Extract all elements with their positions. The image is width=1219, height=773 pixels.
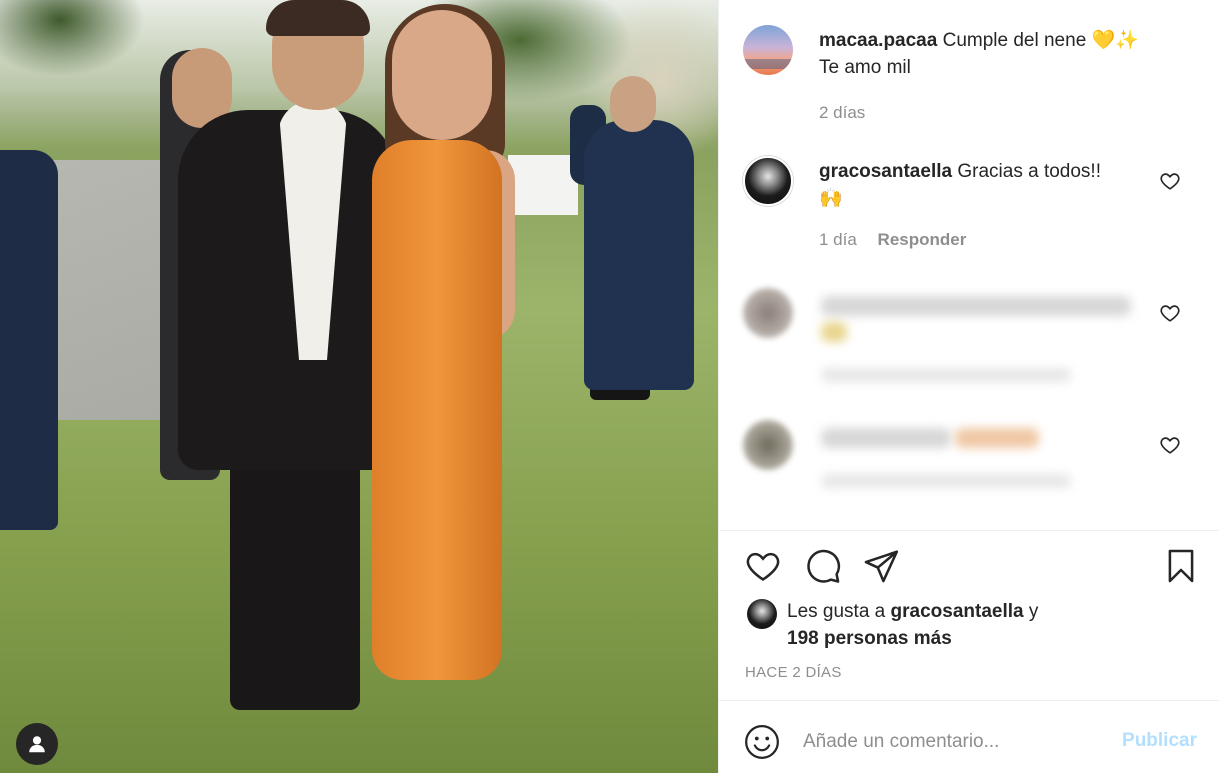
blurred-comment-text [821, 296, 1131, 316]
blurred-comment-text [821, 428, 951, 448]
photo-woman-head [392, 10, 492, 140]
share-button[interactable] [861, 546, 901, 586]
post-photo[interactable] [0, 0, 718, 773]
likes-conjunction: y [1028, 601, 1039, 622]
photo-person-left [0, 150, 58, 530]
comment-button[interactable] [803, 546, 843, 586]
bookmark-icon [1168, 549, 1194, 583]
caption-text-line2: Te amo mil [819, 57, 911, 78]
paper-plane-icon [864, 550, 899, 583]
likes-others[interactable]: 198 personas más [787, 628, 952, 649]
comment-emoji: 🙌 [819, 188, 843, 209]
avatar[interactable] [743, 420, 793, 470]
reply-button[interactable]: Responder [878, 230, 967, 249]
blurred-comment-emoji [955, 428, 1039, 448]
blurred-comment-emoji [821, 322, 847, 342]
post-timestamp[interactable]: HACE 2 DÍAS [745, 664, 842, 681]
post-actions [743, 546, 1203, 590]
comment-age[interactable]: 1 día [819, 230, 857, 249]
user-tag-icon[interactable] [16, 723, 58, 765]
comment-input[interactable] [803, 723, 1103, 761]
likes-prefix: Les gusta a [787, 601, 886, 622]
likes-user[interactable]: gracosantaella [891, 601, 1024, 622]
post-caption: macaa.pacaa Cumple del nene 💛✨ Te amo mi… [743, 25, 1195, 126]
comment-icon [807, 549, 841, 583]
post-side-panel: macaa.pacaa Cumple del nene 💛✨ Te amo mi… [718, 0, 1219, 773]
blurred-comment-meta [821, 474, 1071, 488]
person-icon [29, 736, 45, 753]
blurred-comment-meta [821, 368, 1071, 382]
likes-summary: Les gusta a gracosantaella y 198 persona… [747, 598, 1187, 652]
comment-item: gracosantaella Gracias a todos!! 🙌 1 día… [743, 156, 1195, 253]
like-button[interactable] [743, 546, 783, 586]
heart-icon[interactable] [1159, 302, 1181, 324]
photo-man-legs [230, 440, 360, 710]
avatar[interactable] [743, 25, 793, 75]
photo-waiter [584, 120, 694, 390]
photo-table [508, 155, 578, 215]
caption-username[interactable]: macaa.pacaa [819, 30, 937, 51]
photo-man-hair [266, 0, 370, 36]
avatar[interactable] [747, 599, 777, 629]
photo-woman-dress [372, 140, 502, 680]
photo-waiter-head [610, 76, 656, 132]
caption-age[interactable]: 2 días [819, 103, 865, 122]
heart-icon [746, 552, 780, 581]
publish-button[interactable]: Publicar [1122, 730, 1197, 752]
smiley-icon[interactable] [743, 723, 781, 761]
comment-text: Gracias a todos!! [957, 161, 1101, 182]
divider [719, 530, 1219, 531]
avatar[interactable] [743, 288, 793, 338]
save-button[interactable] [1161, 546, 1201, 586]
comment-username[interactable]: gracosantaella [819, 161, 952, 182]
heart-icon[interactable] [1159, 170, 1181, 192]
add-comment-bar: Publicar [719, 700, 1219, 773]
caption-text: Cumple del nene 💛✨ [942, 30, 1139, 51]
heart-icon[interactable] [1159, 434, 1181, 456]
avatar[interactable] [743, 156, 793, 206]
